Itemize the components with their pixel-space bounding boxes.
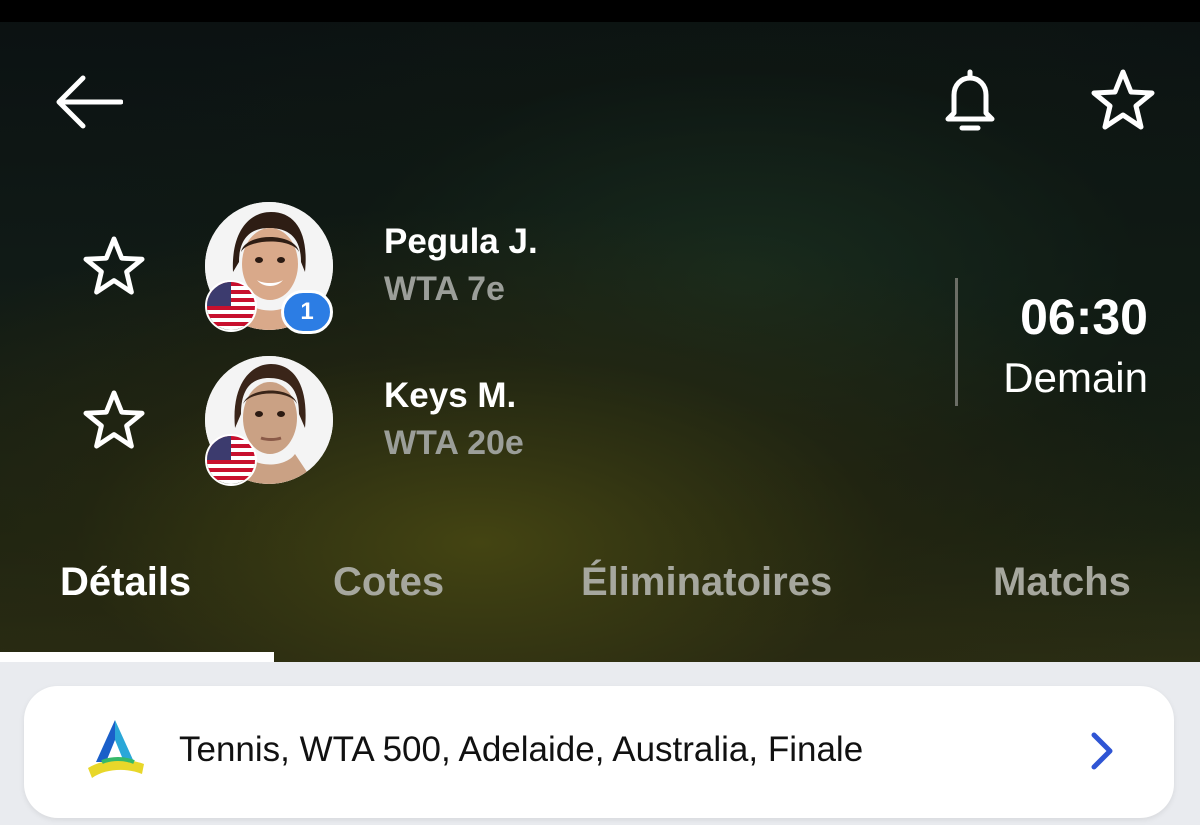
seed-badge: 1 — [281, 290, 333, 334]
favorite-match-button[interactable] — [1083, 60, 1163, 140]
player-row-home[interactable]: 1 Pegula J. WTA 7e — [0, 202, 900, 334]
usa-flag-icon — [205, 434, 257, 486]
active-tab-indicator — [0, 652, 274, 662]
arrow-left-icon — [56, 75, 123, 129]
player-rank: WTA 20e — [384, 424, 524, 462]
adelaide-tournament-logo — [84, 718, 146, 780]
notification-button[interactable] — [930, 60, 1010, 140]
player-avatar: 1 — [205, 202, 333, 334]
player-avatar — [205, 356, 333, 486]
match-time: 06:30 — [1020, 289, 1148, 345]
player-name: Keys M. — [384, 376, 517, 415]
status-bar — [0, 0, 1200, 22]
back-button[interactable] — [48, 62, 128, 142]
player-rank: WTA 7e — [384, 270, 505, 308]
usa-flag-icon — [205, 280, 257, 332]
player-favorite-button[interactable] — [78, 384, 150, 456]
match-day: Demain — [1003, 354, 1148, 401]
tournament-card[interactable]: Tennis, WTA 500, Adelaide, Australia, Fi… — [24, 686, 1174, 818]
tab-odds[interactable]: Cotes — [333, 560, 444, 605]
tab-details[interactable]: Détails — [60, 560, 191, 605]
player-favorite-button[interactable] — [78, 230, 150, 302]
player-name: Pegula J. — [384, 222, 538, 261]
player-row-away[interactable]: Keys M. WTA 20e — [0, 356, 900, 486]
tournament-label: Tennis, WTA 500, Adelaide, Australia, Fi… — [179, 730, 864, 769]
star-outline-icon — [83, 390, 145, 449]
score-divider — [955, 278, 958, 406]
bell-icon — [945, 69, 995, 131]
tab-draw[interactable]: Éliminatoires — [581, 560, 832, 605]
chevron-right-icon — [1076, 726, 1126, 776]
star-outline-icon — [1091, 69, 1155, 130]
match-header: 1 Pegula J. WTA 7e Keys M. WTA 20e 06:30… — [0, 0, 1200, 662]
star-outline-icon — [83, 236, 145, 295]
tab-matches[interactable]: Matchs — [993, 560, 1131, 605]
